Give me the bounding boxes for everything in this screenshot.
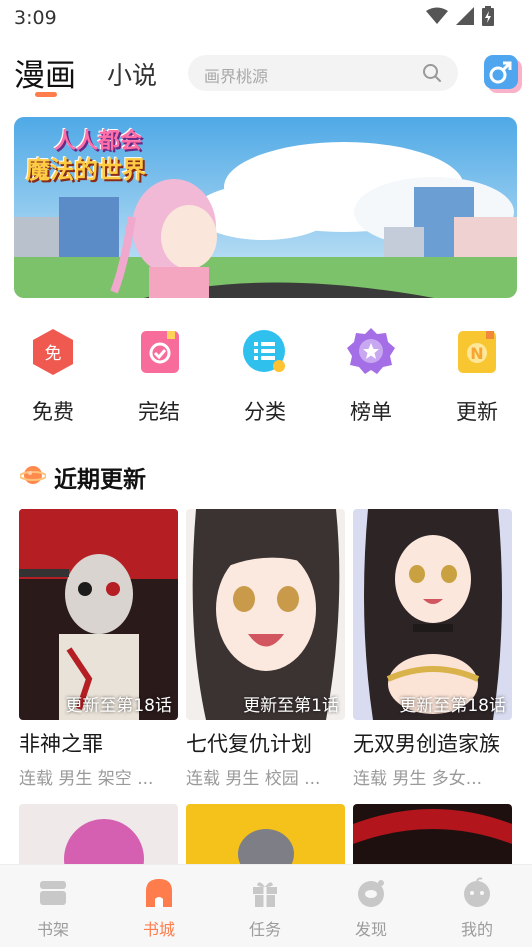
comic-card[interactable]: 更新至第1话 七代复仇计划 连载 男生 校园 ... — [186, 509, 345, 789]
update-badge: 更新至第18话 — [65, 696, 172, 716]
comic-card[interactable]: 更新至第18话 无双男创造家族 连载 男生 多女... — [353, 509, 512, 789]
bookstore-icon — [146, 879, 172, 907]
profile-icon — [464, 877, 490, 907]
nav-bookstore[interactable]: 书城 — [106, 865, 212, 947]
planet-icon — [20, 466, 46, 484]
nav-profile[interactable]: 我的 — [424, 865, 530, 947]
battery-icon — [482, 6, 494, 26]
comic-title: 七代复仇计划 — [186, 732, 312, 756]
category-label: 分类 — [244, 400, 286, 424]
discover-icon — [358, 880, 384, 907]
top-header: 漫画 小说 画界桃源 — [0, 44, 532, 104]
nav-label: 书架 — [36, 920, 69, 939]
comic-title: 非神之罪 — [19, 732, 103, 756]
signal-icon — [456, 7, 474, 25]
nav-label: 任务 — [248, 920, 281, 939]
update-icon: N — [458, 331, 496, 373]
bottom-nav: 书架 书城 任务 发现 我的 — [0, 864, 532, 947]
category-completed[interactable]: 完结 — [114, 326, 204, 426]
update-badge: 更新至第1话 — [243, 696, 339, 716]
banner-title-line2: 魔法的世界 — [26, 156, 146, 184]
comic-tags: 连载 男生 架空 ... — [19, 769, 154, 789]
comic-title: 无双男创造家族 — [353, 732, 500, 756]
search-icon — [423, 64, 441, 82]
tab-manga[interactable]: 漫画 — [14, 50, 76, 95]
update-icon-text: N — [470, 344, 483, 363]
comic-card[interactable]: 更新至第18话 非神之罪 连载 男生 架空 ... — [19, 509, 178, 789]
category-label: 榜单 — [350, 400, 392, 424]
category-label: 完结 — [138, 400, 180, 424]
category-list-icon — [243, 330, 285, 372]
category-label: 更新 — [456, 400, 498, 424]
active-tab-indicator — [35, 92, 57, 97]
comic-cover[interactable]: 更新至第1话 — [186, 509, 345, 720]
wifi-icon — [426, 7, 448, 24]
search-placeholder: 画界桃源 — [204, 67, 269, 86]
cover-art — [19, 509, 178, 720]
status-bar: 3:09 — [0, 0, 532, 36]
update-badge: 更新至第18话 — [399, 696, 506, 716]
nav-label: 书城 — [142, 920, 175, 939]
status-time: 3:09 — [14, 7, 57, 29]
gift-icon — [253, 882, 277, 907]
category-ranking[interactable]: 榜单 — [326, 326, 416, 426]
nav-tasks[interactable]: 任务 — [212, 865, 318, 947]
comic-tags: 连载 男生 多女... — [353, 769, 483, 789]
category-free[interactable]: 免 免费 — [8, 326, 98, 426]
category-update[interactable]: N 更新 — [432, 326, 522, 426]
nav-label: 我的 — [460, 920, 493, 939]
comic-cover[interactable]: 更新至第18话 — [19, 509, 178, 720]
comic-tags: 连载 男生 校园 ... — [186, 769, 321, 789]
comic-cover[interactable]: 更新至第18话 — [353, 509, 512, 720]
free-icon-text: 免 — [45, 344, 62, 364]
category-label: 免费 — [32, 400, 74, 424]
promo-banner[interactable]: 人人都会 魔法的世界 — [14, 117, 517, 298]
cover-art — [186, 509, 345, 720]
completed-icon — [141, 331, 179, 373]
category-row: 免 免费 完结 分类 榜单 N 更新 — [0, 326, 532, 426]
ranking-badge-icon — [347, 328, 395, 374]
search-input[interactable]: 画界桃源 — [188, 55, 458, 91]
category-classify[interactable]: 分类 — [220, 326, 310, 426]
cover-art — [353, 509, 512, 720]
nav-discover[interactable]: 发现 — [318, 865, 424, 947]
gender-switch-button[interactable] — [484, 55, 518, 89]
bookshelf-icon — [40, 881, 66, 905]
tab-novel[interactable]: 小说 — [107, 56, 157, 92]
free-icon: 免 — [33, 329, 73, 375]
nav-label: 发现 — [354, 920, 387, 939]
nav-bookshelf[interactable]: 书架 — [0, 865, 106, 947]
section-title: 近期更新 — [54, 467, 146, 493]
male-icon — [489, 61, 512, 84]
status-icons — [426, 6, 494, 26]
